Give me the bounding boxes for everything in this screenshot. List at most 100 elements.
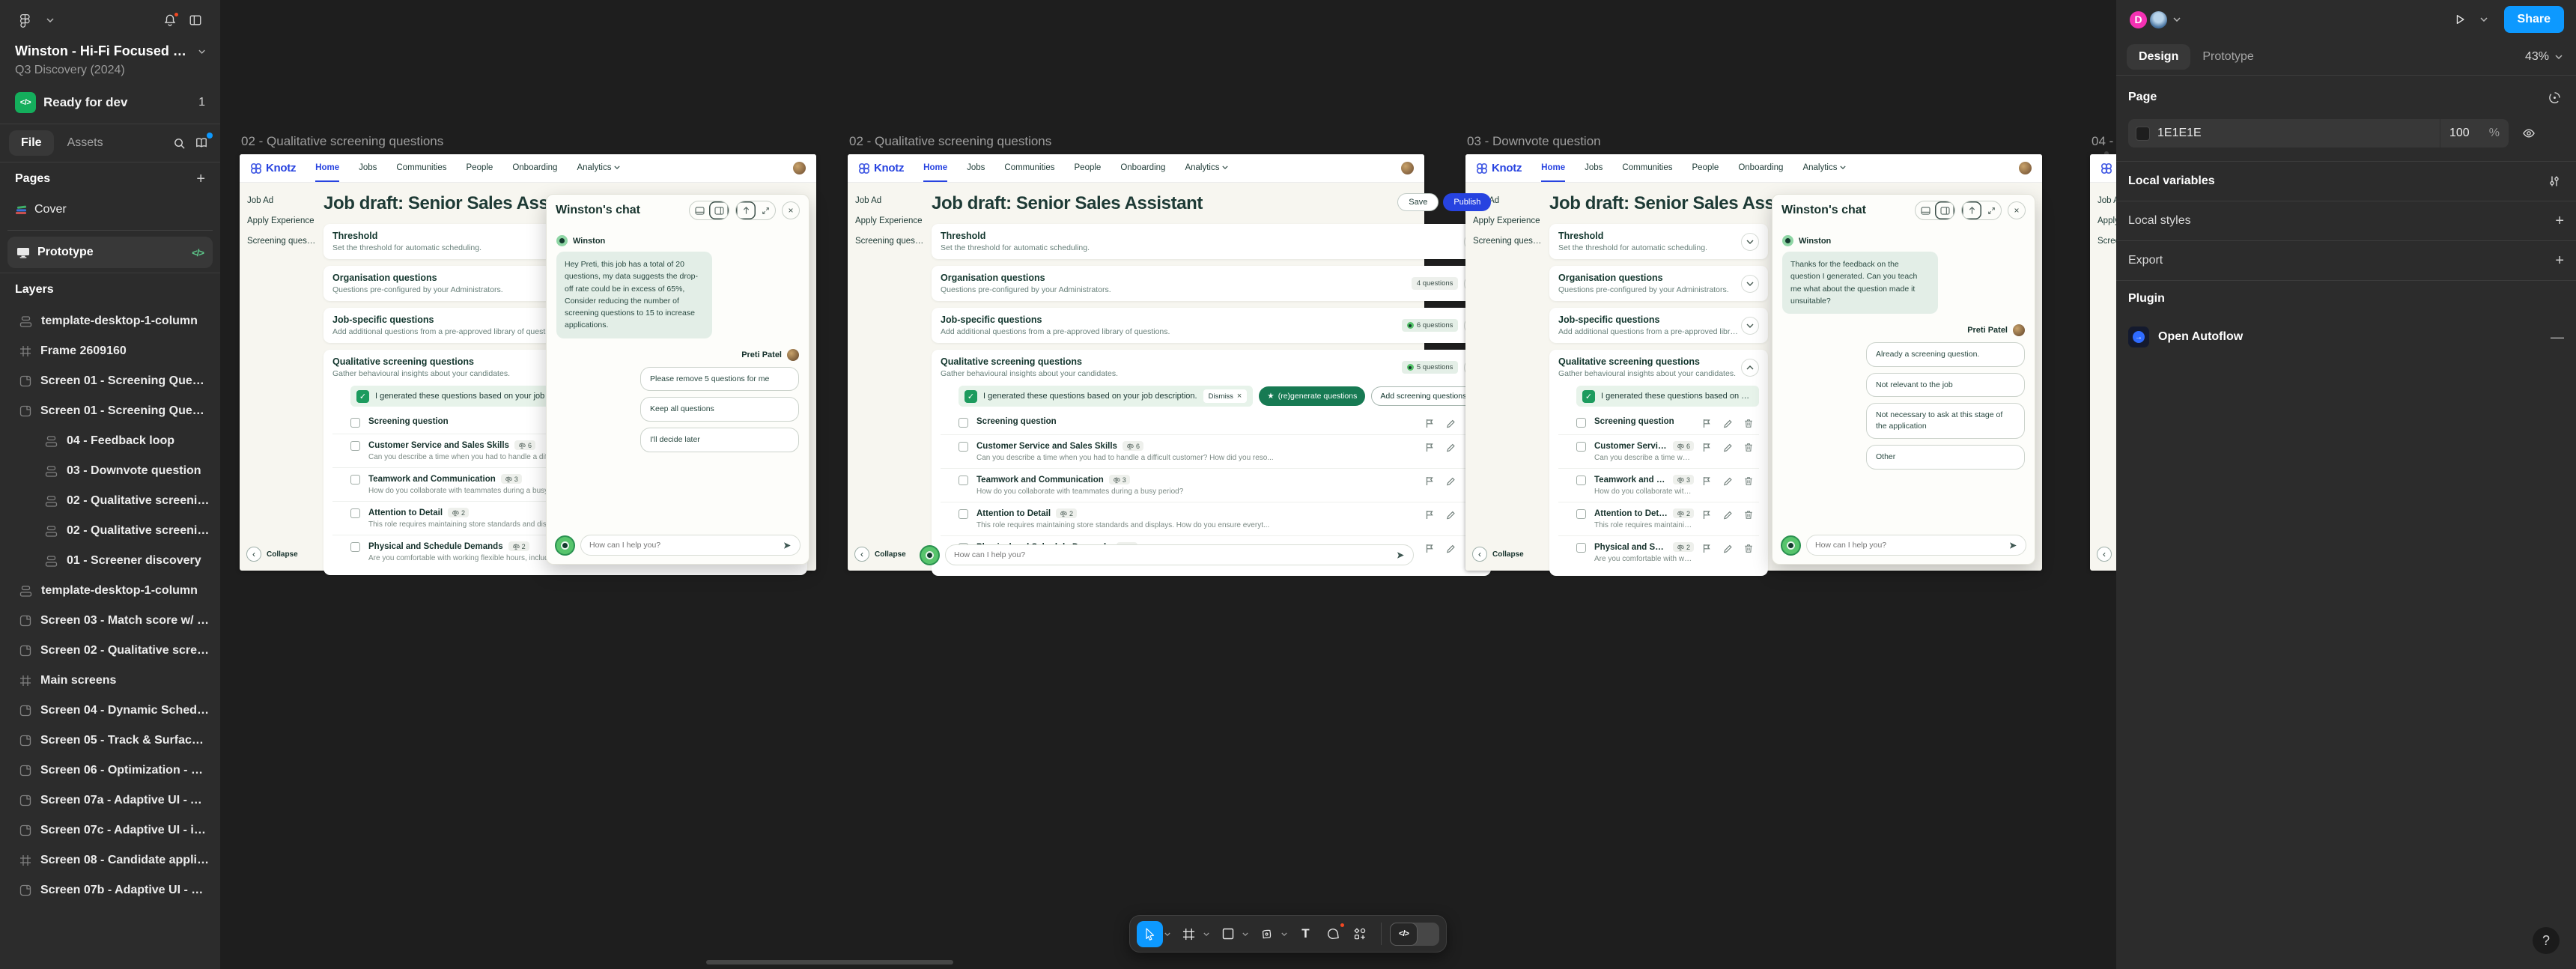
nav-item-people[interactable]: People: [1075, 154, 1102, 182]
tab-design[interactable]: Design: [2127, 44, 2191, 70]
sidebar-link-screening-questions[interactable]: Screening questions: [247, 237, 318, 246]
pen-tool-chevron[interactable]: [1280, 932, 1289, 936]
layer-row[interactable]: Screen 07a - Adaptive UI - Auto-...: [0, 786, 220, 815]
pencil-icon[interactable]: [1446, 511, 1456, 520]
flag-icon[interactable]: [1425, 510, 1434, 520]
quick-reply-option[interactable]: Other: [1866, 444, 2025, 470]
nav-item-jobs[interactable]: Jobs: [359, 154, 377, 182]
chat-input[interactable]: [945, 544, 1414, 565]
styles-icon[interactable]: [2545, 88, 2564, 107]
trash-icon[interactable]: [1744, 544, 1753, 553]
flag-icon[interactable]: [1702, 476, 1711, 486]
sidebar-link-apply-experience[interactable]: Apply Experience: [855, 216, 926, 225]
quick-reply-option[interactable]: Keep all questions: [640, 397, 799, 422]
page-item-cover[interactable]: Cover: [0, 195, 220, 224]
sidebar-link-apply-experience[interactable]: Apply Experience: [1473, 216, 1543, 225]
sidebar-link-screening-questions[interactable]: Screening questions: [1473, 237, 1543, 246]
layer-row[interactable]: Screen 07c - Adaptive UI - intellig...: [0, 815, 220, 845]
flag-icon[interactable]: [1702, 510, 1711, 520]
frame-label[interactable]: 04 - Feedback loop: [2092, 134, 2116, 149]
flag-icon[interactable]: [1425, 443, 1434, 452]
checkbox[interactable]: [959, 442, 968, 452]
sidebar-link-screening-questions[interactable]: Screening questions: [2097, 237, 2116, 246]
nav-item-communities[interactable]: Communities: [396, 154, 446, 182]
expand-card-button[interactable]: [1741, 316, 1759, 335]
flag-icon[interactable]: [1425, 544, 1434, 553]
arrow-up-icon[interactable]: [1968, 206, 1976, 215]
pencil-icon[interactable]: [1446, 477, 1456, 486]
collapse-button[interactable]: ‹ Collapse: [854, 547, 906, 562]
layer-row[interactable]: Screen 06 - Optimization - Daily ...: [0, 756, 220, 786]
dock-bottom-icon[interactable]: [1920, 206, 1931, 215]
pen-tool[interactable]: [1254, 921, 1280, 947]
share-button[interactable]: Share: [2503, 6, 2564, 33]
quick-reply-option[interactable]: Not relevant to the job: [1866, 372, 2025, 398]
close-icon[interactable]: ×: [782, 201, 800, 219]
sidebar-link-apply-experience[interactable]: Apply Experience: [2097, 216, 2116, 225]
arrow-up-icon[interactable]: [742, 206, 750, 215]
shape-tool[interactable]: [1215, 921, 1241, 947]
sidebar-link-apply-experience[interactable]: Apply Experience: [247, 216, 318, 225]
section-local-styles[interactable]: Local styles +: [2116, 201, 2576, 240]
library-icon[interactable]: [192, 133, 213, 153]
checkbox[interactable]: [1576, 509, 1586, 519]
layer-row[interactable]: 01 - Screener discovery: [0, 546, 220, 576]
trash-icon[interactable]: [1744, 443, 1753, 452]
nav-item-home[interactable]: Home: [315, 154, 340, 182]
page-item-prototype[interactable]: Prototype </>: [7, 237, 213, 268]
chevron-down-icon[interactable]: [198, 49, 205, 54]
regenerate-button[interactable]: ★ (re)generate questions: [1259, 386, 1366, 406]
nav-item-people[interactable]: People: [1692, 154, 1719, 182]
checkbox[interactable]: [1576, 418, 1586, 428]
tab-assets[interactable]: Assets: [57, 130, 114, 156]
checkbox[interactable]: [959, 476, 968, 485]
checkbox[interactable]: [959, 509, 968, 519]
ready-for-dev-row[interactable]: </> Ready for dev 1: [15, 92, 205, 113]
quick-reply-option[interactable]: Not necessary to ask at this stage of th…: [1866, 403, 2025, 439]
layer-row[interactable]: template-desktop-1-column: [0, 306, 220, 336]
checkbox[interactable]: [350, 542, 360, 552]
nav-item-home[interactable]: Home: [1541, 154, 1566, 182]
search-icon[interactable]: [169, 133, 189, 153]
checkbox[interactable]: [959, 418, 968, 428]
comment-tool[interactable]: [1319, 921, 1346, 947]
layer-row[interactable]: Main screens: [0, 666, 220, 696]
present-play-icon[interactable]: [2450, 10, 2470, 29]
help-button[interactable]: ?: [2533, 927, 2560, 954]
nav-item-home[interactable]: Home: [923, 154, 948, 182]
design-frame[interactable]: 03 - Downvote question Knotz Home Jobs Commu…: [1465, 134, 2042, 576]
move-tool-chevron[interactable]: [1163, 932, 1172, 936]
nav-item-people[interactable]: People: [467, 154, 493, 182]
dismiss-button[interactable]: Dismiss ×: [1203, 389, 1248, 403]
bell-icon[interactable]: [160, 10, 180, 30]
expand-card-button[interactable]: [1741, 232, 1759, 251]
layer-row[interactable]: 02 - Qualitative screening que...: [0, 516, 220, 546]
flag-icon[interactable]: [1425, 476, 1434, 486]
dev-mode-toggle[interactable]: </>: [1390, 922, 1439, 946]
frame-label[interactable]: 03 - Downvote question: [1467, 134, 1601, 149]
tab-file[interactable]: File: [9, 130, 54, 156]
checkbox[interactable]: [350, 508, 360, 518]
chat-input-field[interactable]: [1815, 541, 2003, 550]
pencil-icon[interactable]: [1723, 443, 1732, 452]
layer-row[interactable]: 02 - Qualitative screening que...: [0, 486, 220, 516]
layer-row[interactable]: Screen 01 - Screening Questions ...: [0, 396, 220, 426]
send-icon[interactable]: [2009, 541, 2017, 550]
quick-reply-option[interactable]: I'll decide later: [640, 427, 799, 452]
design-frame[interactable]: 02 - Qualitative screening questions Knot…: [848, 134, 1492, 576]
flag-icon[interactable]: [1702, 443, 1711, 452]
sidebar-link-job-ad[interactable]: Job Ad: [247, 196, 318, 205]
checkbox[interactable]: [1576, 442, 1586, 452]
nav-item-communities[interactable]: Communities: [1004, 154, 1054, 182]
layer-row[interactable]: Screen 01 - Screening Questions ...: [0, 366, 220, 396]
expand-card-button[interactable]: [1741, 274, 1759, 293]
layout-columns-icon[interactable]: [186, 10, 205, 30]
checkbox[interactable]: [1576, 476, 1586, 485]
shape-tool-chevron[interactable]: [1241, 932, 1250, 936]
section-export[interactable]: Export +: [2116, 241, 2576, 280]
checkbox[interactable]: [350, 441, 360, 451]
checkbox[interactable]: [1576, 543, 1586, 553]
avatar[interactable]: D: [2128, 9, 2148, 30]
color-hex-value[interactable]: 1E1E1E: [2157, 127, 2202, 140]
pencil-icon[interactable]: [1723, 511, 1732, 520]
